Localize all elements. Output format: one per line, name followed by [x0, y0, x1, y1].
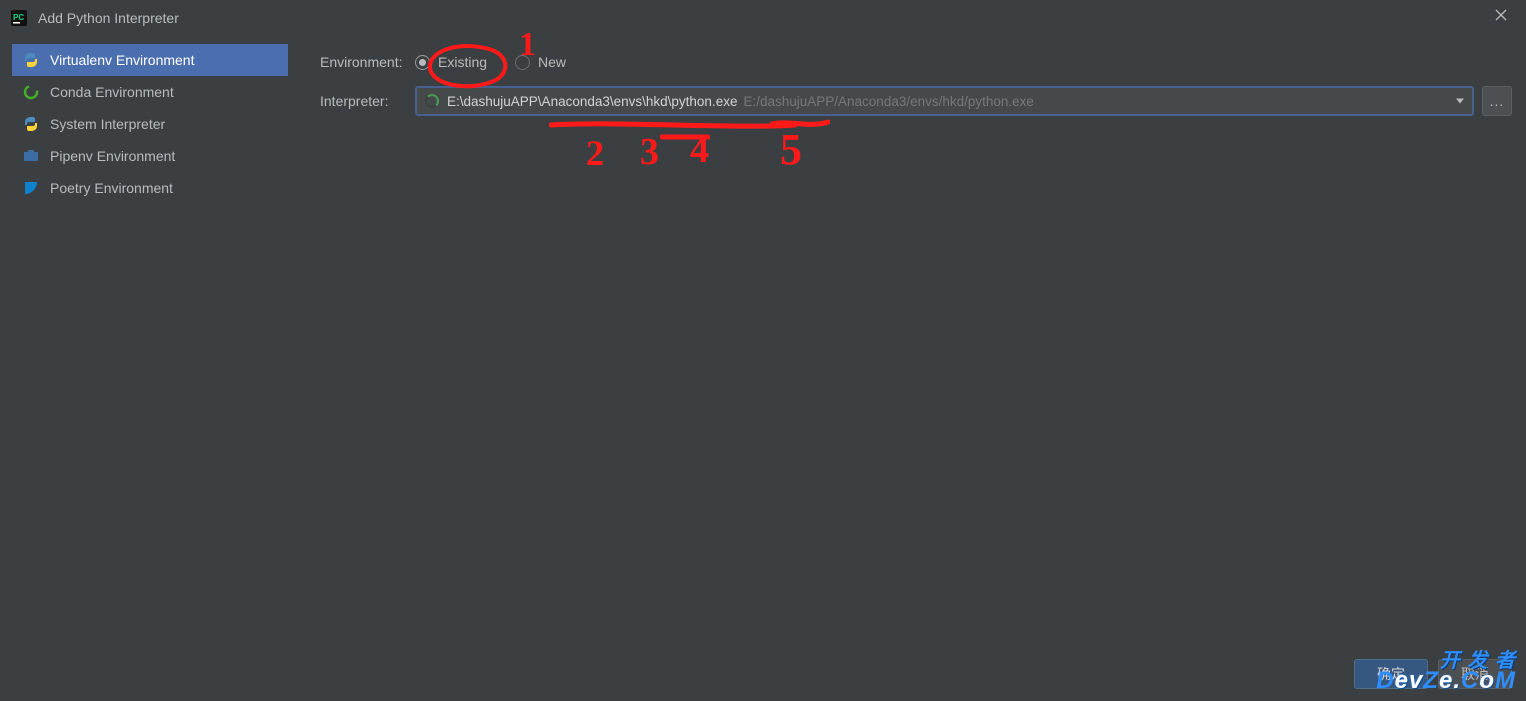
ok-button[interactable]: 确定	[1354, 659, 1428, 689]
interpreter-row: Interpreter: E:\dashujuAPP\Anaconda3\env…	[320, 86, 1512, 116]
dialog-body: Virtualenv Environment Conda Environment…	[0, 36, 1526, 701]
environment-label: Environment:	[320, 54, 415, 70]
sidebar-item-conda[interactable]: Conda Environment	[12, 76, 288, 108]
sidebar-item-pipenv[interactable]: Pipenv Environment	[12, 140, 288, 172]
poetry-icon	[22, 179, 40, 197]
radio-existing[interactable]: Existing	[415, 54, 487, 70]
interpreter-dropdown[interactable]: E:\dashujuAPP\Anaconda3\envs\hkd\python.…	[415, 86, 1474, 116]
titlebar: PC Add Python Interpreter	[0, 0, 1526, 36]
sidebar-item-label: Virtualenv Environment	[50, 52, 194, 68]
conda-icon	[22, 83, 40, 101]
python-icon	[22, 51, 40, 69]
svg-text:PC: PC	[13, 13, 24, 22]
sidebar-item-label: Poetry Environment	[50, 180, 173, 196]
radio-label: New	[538, 54, 566, 70]
environment-row: Environment: Existing New	[320, 54, 1512, 70]
sidebar-item-label: System Interpreter	[50, 116, 165, 132]
window-title: Add Python Interpreter	[38, 10, 179, 26]
dialog-buttons: 确定 取消	[1354, 659, 1512, 689]
sidebar-item-virtualenv[interactable]: Virtualenv Environment	[12, 44, 288, 76]
sidebar: Virtualenv Environment Conda Environment…	[0, 36, 300, 701]
sidebar-item-system[interactable]: System Interpreter	[12, 108, 288, 140]
interpreter-label: Interpreter:	[320, 93, 415, 109]
python-icon	[22, 115, 40, 133]
radio-new[interactable]: New	[515, 54, 566, 70]
cancel-button[interactable]: 取消	[1438, 659, 1512, 689]
sidebar-item-poetry[interactable]: Poetry Environment	[12, 172, 288, 204]
sidebar-item-label: Pipenv Environment	[50, 148, 175, 164]
radio-circle-icon	[415, 55, 430, 70]
pipenv-icon	[22, 147, 40, 165]
browse-button[interactable]: ...	[1482, 86, 1512, 116]
interpreter-value: E:\dashujuAPP\Anaconda3\envs\hkd\python.…	[447, 94, 737, 109]
chevron-down-icon	[1456, 99, 1464, 104]
interpreter-placeholder: E:/dashujuAPP/Anaconda3/envs/hkd/python.…	[743, 94, 1033, 109]
pycharm-icon: PC	[10, 9, 28, 27]
radio-circle-icon	[515, 55, 530, 70]
loading-spinner-icon	[425, 94, 439, 108]
radio-label: Existing	[438, 54, 487, 70]
sidebar-item-label: Conda Environment	[50, 84, 174, 100]
main-panel: Environment: Existing New Interpreter: E…	[300, 36, 1526, 701]
close-button[interactable]	[1494, 8, 1514, 28]
environment-radio-group: Existing New	[415, 54, 566, 70]
